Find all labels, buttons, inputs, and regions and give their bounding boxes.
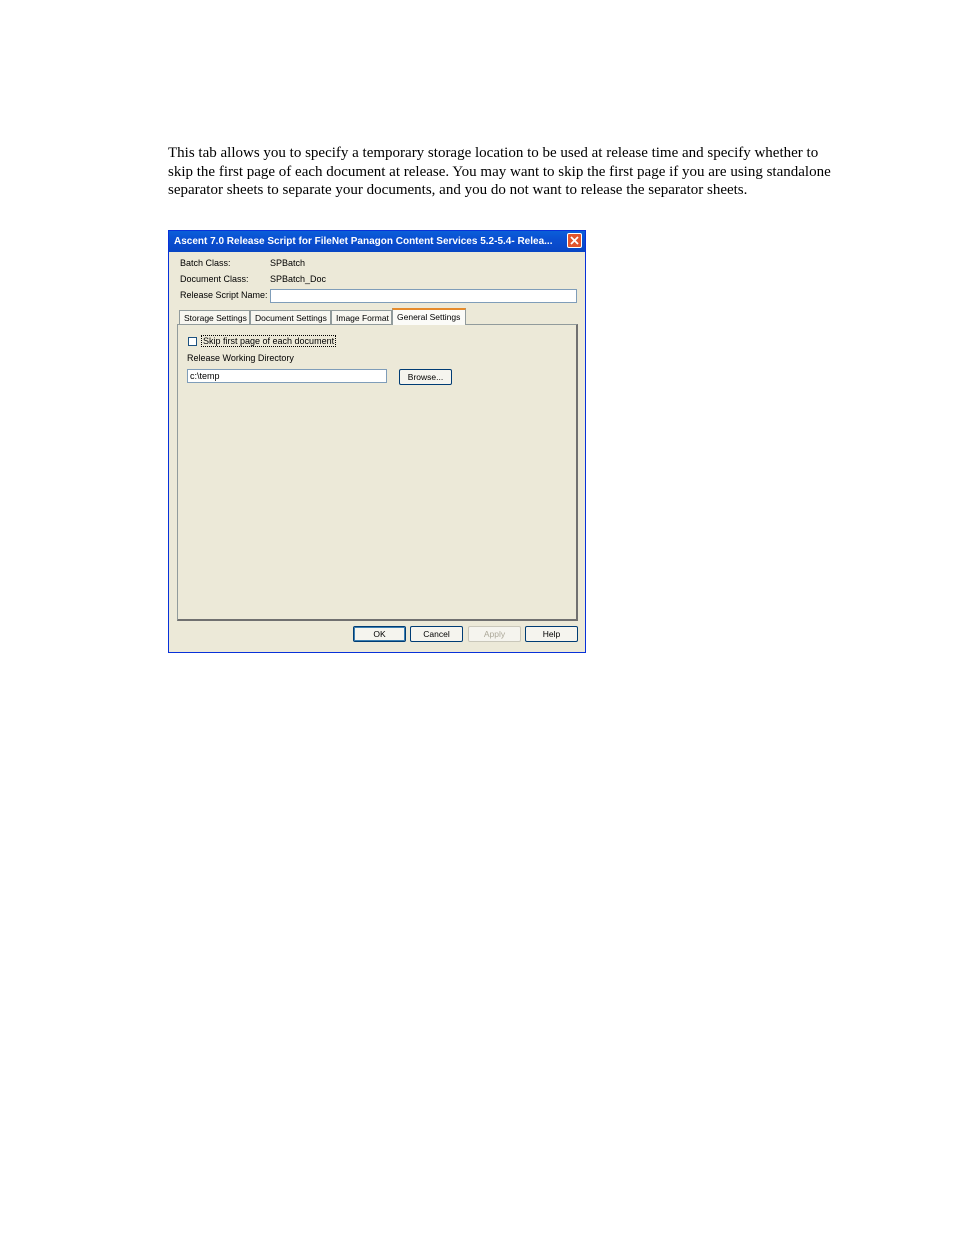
release-script-name-input[interactable] [270, 289, 577, 303]
help-button[interactable]: Help [525, 626, 578, 642]
document-class-value: SPBatch_Doc [270, 274, 327, 284]
dialog-title: Ascent 7.0 Release Script for FileNet Pa… [174, 236, 553, 247]
release-script-name-label: Release Script Name: [180, 290, 268, 300]
document-class-label: Document Class: [180, 274, 249, 284]
release-script-dialog: Ascent 7.0 Release Script for FileNet Pa… [168, 230, 586, 653]
general-settings-panel: Skip first page of each document Release… [177, 324, 578, 621]
ok-button[interactable]: OK [353, 626, 406, 642]
close-icon[interactable] [567, 233, 582, 248]
apply-button[interactable]: Apply [468, 626, 521, 642]
skip-first-page-checkbox[interactable] [188, 337, 197, 346]
dialog-title-bar[interactable]: Ascent 7.0 Release Script for FileNet Pa… [169, 231, 585, 252]
tab-image-format[interactable]: Image Format [331, 310, 392, 324]
tab-document-settings[interactable]: Document Settings [250, 310, 331, 324]
batch-class-label: Batch Class: [180, 258, 231, 268]
tab-general-settings[interactable]: General Settings [392, 308, 466, 325]
intro-paragraph: This tab allows you to specify a tempora… [168, 145, 831, 199]
working-directory-label: Release Working Directory [187, 353, 294, 363]
browse-button[interactable]: Browse... [399, 369, 452, 385]
tab-storage-settings[interactable]: Storage Settings [179, 310, 250, 324]
batch-class-value: SPBatch [270, 258, 306, 268]
cancel-button[interactable]: Cancel [410, 626, 463, 642]
skip-first-page-label[interactable]: Skip first page of each document [201, 335, 337, 347]
working-directory-input[interactable]: c:\temp [187, 369, 387, 383]
